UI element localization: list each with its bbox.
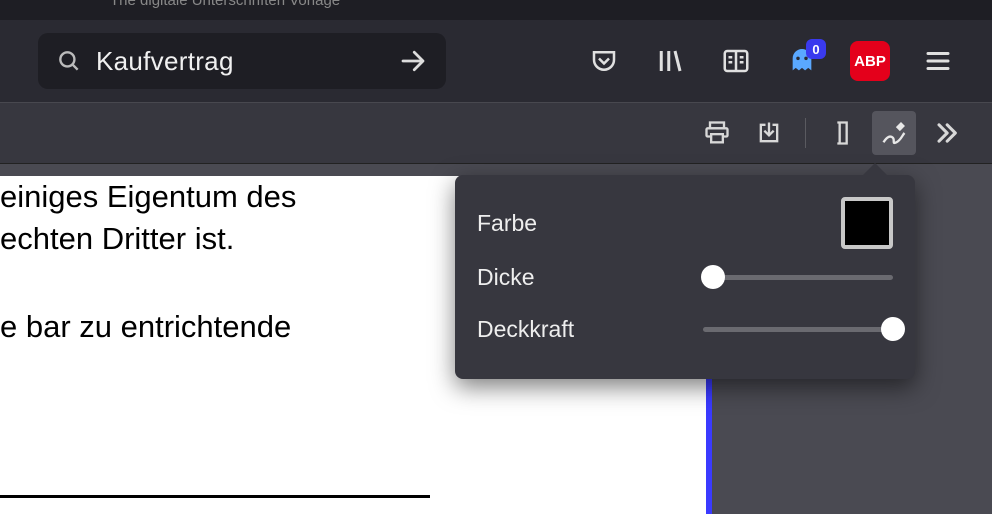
opacity-slider[interactable] [703, 317, 893, 341]
doc-line-2: echten Dritter ist. [0, 221, 234, 256]
nav-icons: 0 ABP [586, 41, 956, 81]
chevron-double-right-icon [932, 119, 960, 147]
ghostery-badge: 0 [806, 39, 826, 59]
slider-track [703, 275, 893, 280]
url-text: Kaufvertrag [96, 46, 384, 77]
browser-navbar: Kaufvertrag 0 ABP [0, 20, 992, 102]
slider-track [703, 327, 893, 332]
toolbar-separator [805, 118, 806, 148]
tab-strip: The digitale Unterschriften Vorlage [0, 0, 992, 20]
doc-line-3: e bar zu entrichtende [0, 309, 291, 344]
download-icon [755, 119, 783, 147]
tab-title[interactable]: The digitale Unterschriften Vorlage [110, 0, 340, 9]
opacity-label: Deckkraft [477, 316, 574, 343]
hamburger-menu-icon [923, 46, 953, 76]
search-icon [56, 48, 82, 74]
color-swatch[interactable] [841, 197, 893, 249]
draw-options-popover: Farbe Dicke Deckkraft [455, 175, 915, 379]
more-tools-button[interactable] [924, 111, 968, 155]
url-bar[interactable]: Kaufvertrag [38, 33, 446, 89]
abp-label: ABP [854, 53, 886, 70]
slider-thumb[interactable] [701, 265, 725, 289]
pocket-icon [589, 46, 619, 76]
signature-line [0, 495, 430, 498]
pdf-toolbar [0, 102, 992, 164]
library-icon [655, 46, 685, 76]
ghostery-button[interactable]: 0 [784, 43, 820, 79]
library-button[interactable] [652, 43, 688, 79]
slider-thumb[interactable] [881, 317, 905, 341]
app-menu-button[interactable] [920, 43, 956, 79]
go-arrow-icon[interactable] [398, 46, 428, 76]
reader-view-button[interactable] [718, 43, 754, 79]
text-tool-button[interactable] [820, 111, 864, 155]
pocket-button[interactable] [586, 43, 622, 79]
print-button[interactable] [695, 111, 739, 155]
draw-tool-icon [880, 119, 908, 147]
thickness-slider[interactable] [703, 265, 893, 289]
thickness-label: Dicke [477, 264, 535, 291]
reader-view-icon [721, 46, 751, 76]
download-button[interactable] [747, 111, 791, 155]
adblock-plus-button[interactable]: ABP [850, 41, 890, 81]
draw-tool-button[interactable] [872, 111, 916, 155]
print-icon [703, 119, 731, 147]
doc-line-1: einiges Eigentum des [0, 179, 296, 214]
color-label: Farbe [477, 210, 537, 237]
text-tool-icon [828, 119, 856, 147]
